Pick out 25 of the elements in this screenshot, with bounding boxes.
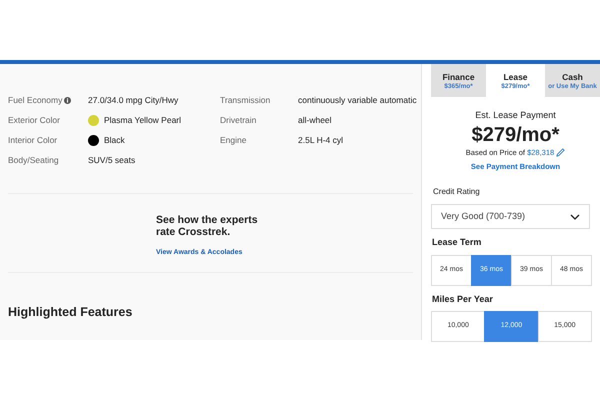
spec-label: Body/Seating [8, 155, 59, 165]
spec-label: Engine [220, 135, 246, 145]
spec-value: 2.5L H-4 cyl [298, 134, 344, 147]
spec-value: SUV/5 seats [88, 154, 136, 167]
spec-label: Exterior Color [8, 115, 60, 125]
spec-label: Drivetrain [220, 115, 256, 125]
payment-amount: $279/mo* [470, 122, 560, 146]
spec-value: all-wheel [298, 114, 332, 127]
section-title: Highlighted Features [8, 304, 134, 321]
option-label: Miles Per Year [432, 292, 494, 306]
field-label: Credit Rating [433, 186, 481, 198]
chevron-down-icon [570, 214, 580, 220]
estimate-label: Est. Lease Payment [474, 109, 557, 122]
experts-heading: See how the experts rate Crosstrek. [156, 214, 259, 238]
credit-rating-select[interactable]: Very Good (700-739) [431, 204, 590, 229]
option-label: Lease Term [432, 236, 482, 249]
info-icon[interactable] [64, 97, 72, 104]
spec-label: Fuel Economy [8, 95, 62, 105]
spec-value: continuously variable automatic [298, 94, 417, 107]
spec-label: Interior Color [8, 135, 58, 145]
spec-value: Black [104, 134, 125, 147]
pencil-icon[interactable] [556, 148, 566, 158]
spec-value: 27.0/34.0 mpg City/Hwy [88, 94, 178, 107]
spec-label: Transmission [220, 95, 270, 105]
spec-value: Plasma Yellow Pearl [104, 114, 182, 127]
